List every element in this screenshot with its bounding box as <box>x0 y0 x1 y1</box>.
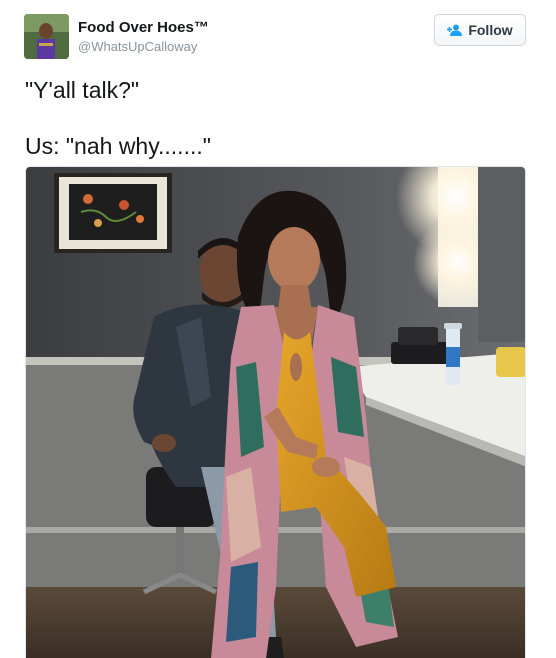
user-avatar[interactable] <box>24 14 69 59</box>
add-user-icon <box>447 24 463 36</box>
user-handle[interactable]: @WhatsUpCalloway <box>78 38 209 55</box>
avatar-photo <box>24 14 69 59</box>
photo-illustration <box>26 167 525 658</box>
tweet-photo[interactable] <box>25 166 526 658</box>
follow-label: Follow <box>468 22 513 38</box>
tweet-text: "Y'all talk?" Us: "nah why......." <box>25 76 525 160</box>
tweet-card: Food Over Hoes™ @WhatsUpCalloway Follow … <box>0 0 556 658</box>
follow-button[interactable]: Follow <box>434 14 526 46</box>
tweet-text-line-1: "Y'all talk?" <box>25 77 140 103</box>
display-name[interactable]: Food Over Hoes™ <box>78 19 209 37</box>
tweet-text-line-2: Us: "nah why......." <box>25 133 211 159</box>
user-names: Food Over Hoes™ @WhatsUpCalloway <box>78 19 209 55</box>
